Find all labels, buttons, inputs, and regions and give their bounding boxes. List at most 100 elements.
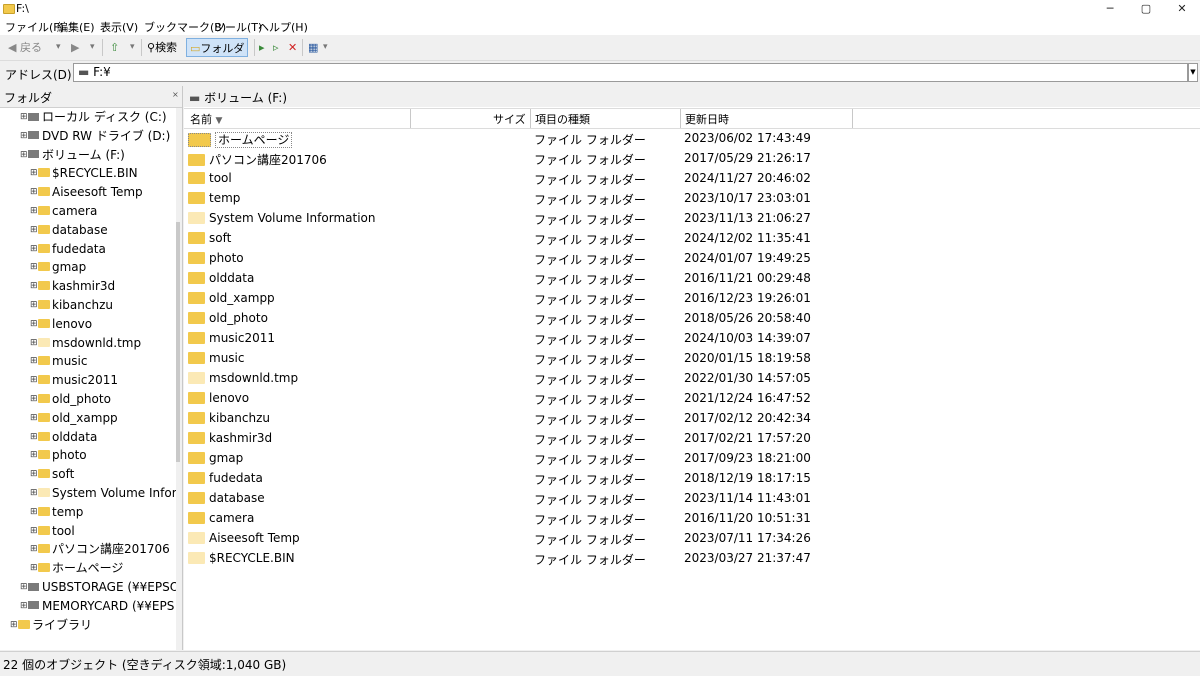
table-row[interactable]: music2011 ファイル フォルダー 2024/10/03 14:39:07 <box>184 328 884 348</box>
expand-icon[interactable]: ⊞ <box>10 616 18 634</box>
table-row[interactable]: パソコン講座201706 ファイル フォルダー 2017/05/29 21:26:1… <box>184 148 884 168</box>
expand-icon[interactable]: ⊞ <box>30 540 38 558</box>
tree-item[interactable]: ⊞ ボリューム (F:) <box>20 146 125 164</box>
expand-icon[interactable]: ⊞ <box>20 108 28 126</box>
expand-icon[interactable]: ⊞ <box>30 315 38 333</box>
expand-icon[interactable]: ⊞ <box>30 202 38 220</box>
expand-icon[interactable]: ⊞ <box>30 164 38 182</box>
menu-view[interactable]: 表示(V) <box>100 19 138 35</box>
tree-item[interactable]: ⊞ USBSTORAGE (¥¥EPSO <box>20 578 176 596</box>
expand-icon[interactable]: ⊞ <box>30 277 38 295</box>
table-row[interactable]: old_xampp ファイル フォルダー 2016/12/23 19:26:01 <box>184 288 884 308</box>
table-row[interactable]: photo ファイル フォルダー 2024/01/07 19:49:25 <box>184 248 884 268</box>
tree-item[interactable]: ⊞ kibanchzu <box>30 296 113 314</box>
up-dropdown-icon[interactable]: ▾ <box>130 38 135 57</box>
tree-item[interactable]: ⊞ $RECYCLE.BIN <box>30 164 138 182</box>
expand-icon[interactable]: ⊞ <box>30 352 38 370</box>
column-size[interactable]: サイズ <box>493 111 526 127</box>
tree-item[interactable]: ⊞ ローカル ディスク (C:) <box>20 108 167 126</box>
tree-item[interactable]: ⊞ old_photo <box>30 390 111 408</box>
expand-icon[interactable]: ⊞ <box>30 465 38 483</box>
expand-icon[interactable]: ⊞ <box>30 484 38 502</box>
tree-item[interactable]: ⊞ camera <box>30 202 97 220</box>
table-row[interactable]: music ファイル フォルダー 2020/01/15 18:19:58 <box>184 348 884 368</box>
up-folder-button[interactable]: ⇧ <box>110 38 119 57</box>
tree-item[interactable]: ⊞ temp <box>30 503 83 521</box>
table-row[interactable]: old_photo ファイル フォルダー 2018/05/26 20:58:40 <box>184 308 884 328</box>
expand-icon[interactable]: ⊞ <box>30 503 38 521</box>
views-dropdown-icon[interactable]: ▾ <box>323 38 328 57</box>
table-row[interactable]: System Volume Information ファイル フォルダー 2023/… <box>184 208 884 228</box>
close-pane-button[interactable]: × <box>172 90 179 99</box>
tree-item[interactable]: ⊞ MEMORYCARD (¥¥EPS <box>20 597 174 615</box>
table-row[interactable]: $RECYCLE.BIN ファイル フォルダー 2023/03/27 21:37:4… <box>184 548 884 568</box>
tree-item[interactable]: ⊞ gmap <box>30 258 86 276</box>
table-row[interactable]: gmap ファイル フォルダー 2017/09/23 18:21:00 <box>184 448 884 468</box>
table-row[interactable]: tool ファイル フォルダー 2024/11/27 20:46:02 <box>184 168 884 188</box>
expand-icon[interactable]: ⊞ <box>30 183 38 201</box>
table-row[interactable]: soft ファイル フォルダー 2024/12/02 11:35:41 <box>184 228 884 248</box>
expand-icon[interactable]: ⊞ <box>30 559 38 577</box>
close-button[interactable]: ✕ <box>1164 0 1200 18</box>
tree-item[interactable]: ⊞ ホームページ <box>30 559 123 577</box>
tree-item[interactable]: ⊞ olddata <box>30 428 97 446</box>
forward-button[interactable]: ▶ <box>71 38 79 57</box>
tree-item[interactable]: ⊞ パソコン講座201706 <box>30 540 170 558</box>
table-row[interactable]: camera ファイル フォルダー 2016/11/20 10:51:31 <box>184 508 884 528</box>
expand-icon[interactable]: ⊞ <box>20 597 28 615</box>
tree-item[interactable]: ⊞ msdownld.tmp <box>30 334 141 352</box>
minimize-button[interactable]: ─ <box>1092 0 1128 18</box>
menu-help[interactable]: ヘルプ(H) <box>258 19 308 35</box>
table-row[interactable]: lenovo ファイル フォルダー 2021/12/24 16:47:52 <box>184 388 884 408</box>
tree-item[interactable]: ⊞ tool <box>30 522 75 540</box>
column-modified[interactable]: 更新日時 <box>685 111 729 127</box>
tree-item[interactable]: ⊞ old_xampp <box>30 409 118 427</box>
tree-item[interactable]: ⊞ soft <box>30 465 74 483</box>
table-row[interactable]: olddata ファイル フォルダー 2016/11/21 00:29:48 <box>184 268 884 288</box>
tree-item[interactable]: ⊞ music2011 <box>30 371 118 389</box>
expand-icon[interactable]: ⊞ <box>20 146 28 164</box>
expand-icon[interactable]: ⊞ <box>30 296 38 314</box>
expand-icon[interactable]: ⊞ <box>30 258 38 276</box>
table-row[interactable]: kibanchzu ファイル フォルダー 2017/02/12 20:42:34 <box>184 408 884 428</box>
table-row[interactable]: msdownld.tmp ファイル フォルダー 2022/01/30 14:57:0… <box>184 368 884 388</box>
expand-icon[interactable]: ⊞ <box>30 240 38 258</box>
table-row[interactable]: temp ファイル フォルダー 2023/10/17 23:03:01 <box>184 188 884 208</box>
table-row[interactable]: ホームページ ファイル フォルダー 2023/06/02 17:43:49 <box>184 128 884 148</box>
menu-tools[interactable]: ツール(T) <box>214 19 262 35</box>
menu-edit[interactable]: 編集(E) <box>57 19 95 35</box>
table-row[interactable]: database ファイル フォルダー 2023/11/14 11:43:01 <box>184 488 884 508</box>
expand-icon[interactable]: ⊞ <box>20 127 28 145</box>
expand-icon[interactable]: ⊞ <box>20 578 28 596</box>
back-dropdown-icon[interactable]: ▾ <box>56 38 61 57</box>
table-row[interactable]: Aiseesoft Temp ファイル フォルダー 2023/07/11 17:34… <box>184 528 884 548</box>
column-name[interactable]: 名前 ▼ <box>190 111 222 127</box>
expand-icon[interactable]: ⊞ <box>30 371 38 389</box>
tree-item[interactable]: ⊞ ライブラリ <box>10 616 92 634</box>
tree-item[interactable]: ⊞ database <box>30 221 108 239</box>
maximize-button[interactable]: ▢ <box>1128 0 1164 18</box>
expand-icon[interactable]: ⊞ <box>30 409 38 427</box>
tree-item[interactable]: ⊞ music <box>30 352 87 370</box>
expand-icon[interactable]: ⊞ <box>30 428 38 446</box>
address-input[interactable]: ▬ F:¥ <box>73 63 1188 82</box>
menu-file[interactable]: ファイル(F) <box>5 19 64 35</box>
table-row[interactable]: kashmir3d ファイル フォルダー 2017/02/21 17:57:20 <box>184 428 884 448</box>
back-button[interactable]: ◀ 戻る <box>8 38 42 57</box>
expand-icon[interactable]: ⊞ <box>30 446 38 464</box>
expand-icon[interactable]: ⊞ <box>30 334 38 352</box>
tree-item[interactable]: ⊞ Aiseesoft Temp <box>30 183 143 201</box>
forward-dropdown-icon[interactable]: ▾ <box>90 38 95 57</box>
tree-item[interactable]: ⊞ DVD RW ドライブ (D:) <box>20 127 170 145</box>
delete-icon[interactable]: ✕ <box>288 38 297 57</box>
tree-item[interactable]: ⊞ kashmir3d <box>30 277 115 295</box>
expand-icon[interactable]: ⊞ <box>30 390 38 408</box>
location-tab[interactable]: ▬ ボリューム (F:) <box>184 86 1200 107</box>
tree-item[interactable]: ⊞ lenovo <box>30 315 92 333</box>
tree-item[interactable]: ⊞ photo <box>30 446 87 464</box>
table-row[interactable]: fudedata ファイル フォルダー 2018/12/19 18:17:15 <box>184 468 884 488</box>
tree-item[interactable]: ⊞ fudedata <box>30 240 106 258</box>
move-to-icon[interactable]: ▸ <box>259 38 265 57</box>
search-button[interactable]: ⚲検索 <box>147 38 177 57</box>
tree-item[interactable]: ⊞ System Volume Infor <box>30 484 176 502</box>
